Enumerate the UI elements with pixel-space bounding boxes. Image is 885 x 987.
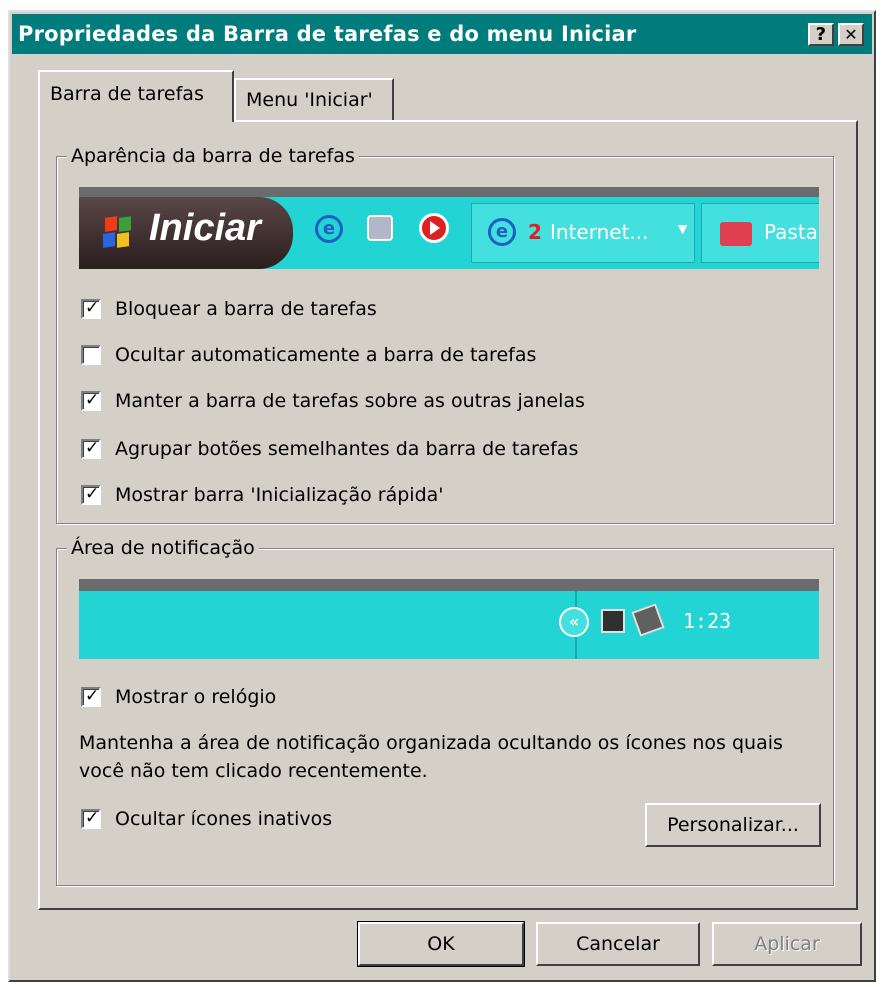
clock-time: 1:23 bbox=[683, 609, 732, 633]
checkbox-box[interactable]: ✓ bbox=[81, 390, 101, 411]
apply-button[interactable]: Aplicar bbox=[712, 922, 862, 966]
desktop-icon bbox=[367, 215, 393, 241]
checkbox-box[interactable]: ✓ bbox=[81, 686, 101, 707]
start-button-preview: Iniciar bbox=[79, 197, 293, 269]
notification-group-label: Área de notificação bbox=[67, 535, 259, 561]
quick-launch-checkbox[interactable]: ✓ Mostrar barra 'Inicialização rápida' bbox=[81, 481, 444, 509]
dropdown-arrow-icon: ▼ bbox=[678, 222, 688, 236]
autohide-taskbar-checkbox[interactable]: Ocultar automaticamente a barra de taref… bbox=[81, 341, 536, 369]
checkbox-box[interactable]: ✓ bbox=[81, 298, 101, 319]
show-clock-checkbox[interactable]: ✓ Mostrar o relógio bbox=[81, 683, 276, 711]
checkbox-box[interactable]: ✓ bbox=[81, 808, 101, 829]
ie-icon: e bbox=[315, 215, 343, 243]
lock-taskbar-checkbox[interactable]: ✓ Bloquear a barra de tarefas bbox=[81, 295, 377, 323]
network-icon bbox=[601, 609, 625, 633]
ie-task-icon: e bbox=[488, 218, 516, 246]
start-label: Iniciar bbox=[149, 207, 261, 249]
ok-button[interactable]: OK bbox=[357, 921, 525, 967]
notification-preview: « 1:23 bbox=[79, 579, 819, 659]
tab-taskbar[interactable]: Barra de tarefas bbox=[38, 70, 234, 122]
hide-inactive-checkbox[interactable]: ✓ Ocultar ícones inativos bbox=[81, 805, 332, 833]
folder-label: Pasta bbox=[764, 220, 818, 244]
appearance-group: Aparência da barra de tarefas Iniciar e bbox=[56, 143, 834, 524]
show-hidden-icons-icon: « bbox=[559, 607, 589, 637]
tab-start-menu[interactable]: Menu 'Iniciar' bbox=[234, 78, 394, 122]
window-title: Propriedades da Barra de tarefas e do me… bbox=[18, 22, 637, 46]
close-button[interactable]: ✕ bbox=[838, 23, 864, 46]
title-bar[interactable]: Propriedades da Barra de tarefas e do me… bbox=[12, 14, 872, 54]
checkbox-box[interactable] bbox=[81, 345, 101, 365]
keep-on-top-checkbox[interactable]: ✓ Manter a barra de tarefas sobre as out… bbox=[81, 387, 585, 415]
windows-logo-icon bbox=[101, 216, 133, 249]
media-player-icon bbox=[419, 213, 449, 243]
customize-button[interactable]: Personalizar... bbox=[645, 803, 821, 847]
notification-group: Área de notificação « 1:23 ✓ Mostrar o r… bbox=[56, 535, 834, 886]
notification-description: Mantenha a área de notificação organizad… bbox=[79, 732, 783, 782]
folder-task-preview: Pasta bbox=[701, 203, 819, 263]
task-label: Internet... bbox=[550, 220, 649, 244]
group-buttons-checkbox[interactable]: ✓ Agrupar botões semelhantes da barra de… bbox=[81, 435, 578, 463]
folder-icon bbox=[720, 222, 752, 246]
taskbar-preview: Iniciar e e 2 Internet... ▼ Pasta bbox=[79, 187, 819, 269]
cancel-button[interactable]: Cancelar bbox=[536, 922, 700, 966]
checkbox-box[interactable]: ✓ bbox=[81, 438, 101, 459]
task-count: 2 bbox=[528, 220, 542, 244]
close-icon: ✕ bbox=[844, 25, 858, 44]
task-group-button-preview: e 2 Internet... ▼ bbox=[471, 203, 695, 263]
tab-panel: Aparência da barra de tarefas Iniciar e bbox=[38, 120, 858, 910]
appearance-group-label: Aparência da barra de tarefas bbox=[67, 143, 359, 169]
checkbox-box[interactable]: ✓ bbox=[81, 484, 101, 505]
help-button[interactable]: ? bbox=[808, 23, 834, 46]
dialog-window: Propriedades da Barra de tarefas e do me… bbox=[8, 10, 876, 982]
